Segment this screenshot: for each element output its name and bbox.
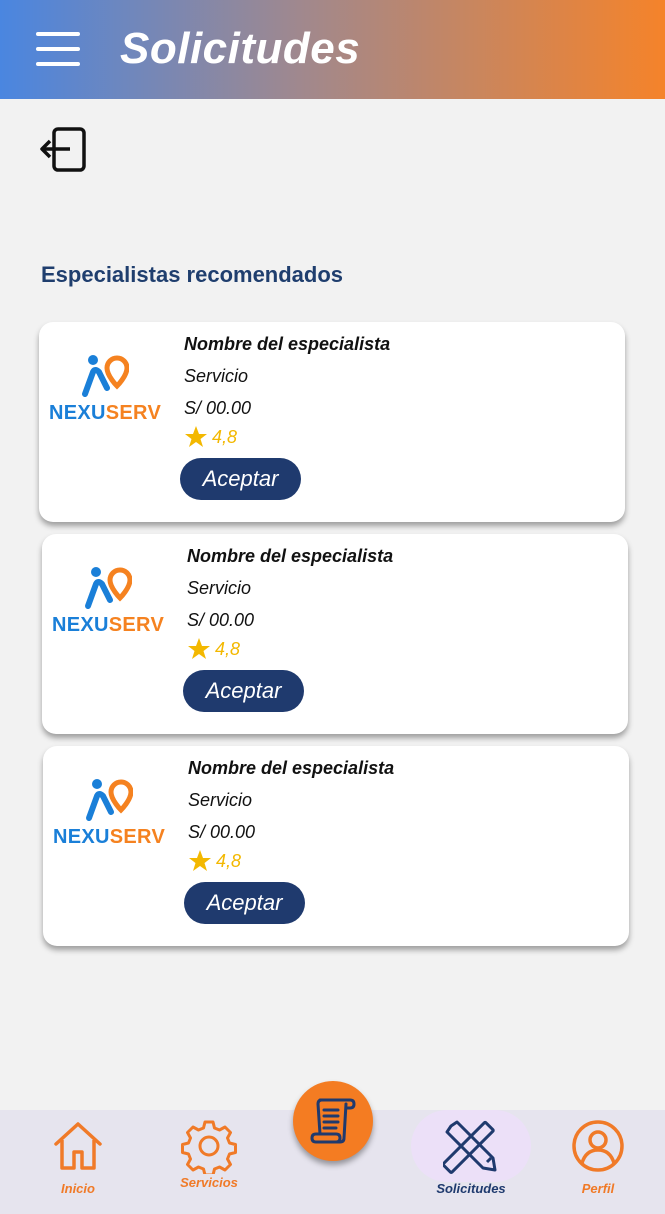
- nav-item-perfil[interactable]: Perfil: [568, 1118, 628, 1196]
- rating: 4,8: [188, 849, 394, 873]
- accept-button[interactable]: Aceptar: [184, 882, 305, 924]
- star-icon: [185, 426, 207, 447]
- specialist-price: S/ 00.00: [187, 610, 255, 630]
- specialist-name: Nombre del especialista: [187, 546, 394, 566]
- specialist-price: S/ 00.00: [184, 398, 252, 418]
- rating-value: 4,8: [212, 426, 238, 447]
- nexuserv-logo: NEXUSERV: [49, 354, 161, 424]
- specialist-card: NEXUSERV Nombre del especialista Servici…: [39, 322, 625, 522]
- tools-icon: [441, 1120, 497, 1174]
- logout-icon[interactable]: [40, 126, 88, 174]
- requests-fab[interactable]: [293, 1081, 373, 1161]
- specialist-service: Servicio: [188, 790, 253, 810]
- rating: 4,8: [187, 637, 393, 661]
- nexuserv-logo: NEXUSERV: [52, 566, 164, 636]
- nav-label: Solicitudes: [436, 1181, 506, 1196]
- star-icon: [189, 850, 211, 871]
- rating: 4,8: [184, 425, 390, 449]
- rating-value: 4,8: [215, 638, 241, 659]
- nav-label: Perfil: [581, 1181, 615, 1196]
- specialist-service: Servicio: [184, 366, 249, 386]
- section-title: Especialistas recomendados: [41, 262, 344, 287]
- user-icon: [572, 1120, 624, 1172]
- nexuserv-logo: NEXUSERV: [53, 778, 165, 848]
- specialist-name: Nombre del especialista: [184, 334, 391, 354]
- app-header: Solicitudes: [0, 0, 665, 99]
- nav-label: Servicios: [180, 1175, 238, 1190]
- specialist-service: Servicio: [187, 578, 252, 598]
- specialist-card: NEXUSERV Nombre del especialista Servici…: [43, 746, 629, 946]
- specialist-price: S/ 00.00: [188, 822, 256, 842]
- nav-item-solicitudes[interactable]: Solicitudes: [431, 1118, 511, 1196]
- home-icon: [54, 1122, 102, 1170]
- page-title: Solicitudes: [120, 24, 361, 73]
- rating-value: 4,8: [216, 850, 242, 871]
- gear-icon: [181, 1120, 237, 1177]
- specialist-name: Nombre del especialista: [188, 758, 395, 778]
- nav-item-inicio[interactable]: Inicio: [46, 1118, 110, 1196]
- specialist-card: NEXUSERV Nombre del especialista Servici…: [42, 534, 628, 734]
- accept-button[interactable]: Aceptar: [183, 670, 304, 712]
- star-icon: [188, 638, 210, 659]
- nav-label: Inicio: [61, 1181, 95, 1196]
- nav-item-servicios[interactable]: Servicios: [174, 1118, 244, 1190]
- accept-button[interactable]: Aceptar: [180, 458, 301, 500]
- scroll-icon: [310, 1098, 356, 1144]
- hamburger-menu-icon[interactable]: [36, 32, 80, 70]
